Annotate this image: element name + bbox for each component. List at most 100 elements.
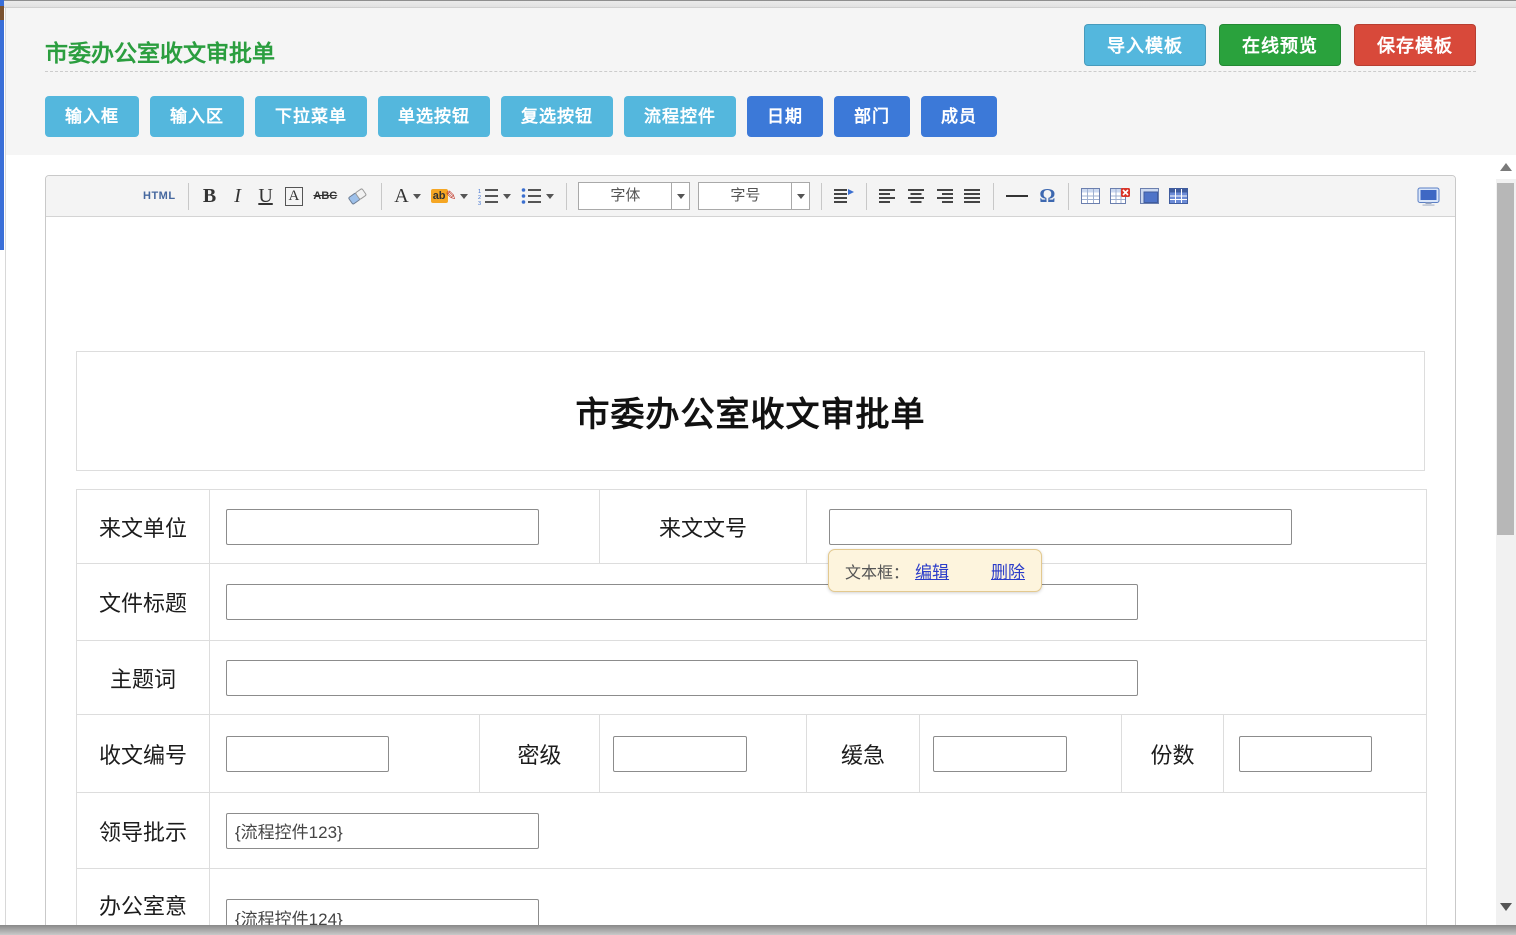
table-properties-button[interactable] (1166, 182, 1191, 210)
online-preview-button[interactable]: 在线预览 (1219, 24, 1341, 66)
field-label-leader-comments: 领导批示 (77, 793, 210, 869)
input-urgency[interactable] (933, 736, 1067, 772)
arrow-down-icon (1500, 903, 1512, 911)
scroll-down-button[interactable] (1496, 897, 1516, 917)
input-area-button[interactable]: 输入区 (150, 96, 244, 137)
strikethrough-button[interactable]: ABC (310, 182, 340, 210)
chevron-down-icon (546, 194, 554, 199)
align-center-icon (907, 189, 925, 204)
editor-document-area[interactable]: 市委办公室收文审批单 来文单位 来文文号 文件标题 主题词 收文 (46, 217, 1455, 933)
italic-button[interactable]: I (226, 182, 250, 210)
field-label-source-unit: 来文单位 (77, 490, 210, 564)
align-left-icon (879, 189, 897, 204)
font-size-value: 字号 (699, 183, 791, 209)
member-button[interactable]: 成员 (921, 96, 997, 137)
bold-button[interactable]: B (198, 182, 222, 210)
highlight-color-button[interactable]: ab✎ (428, 182, 472, 210)
align-right-button[interactable] (932, 182, 956, 210)
format-a-button[interactable]: A (282, 182, 307, 210)
page-header: 市委办公室收文审批单 导入模板 在线预览 保存模板 输入框 输入区 下拉菜单 单… (6, 8, 1516, 155)
table-row: 办公室意 (77, 869, 1427, 934)
field-label-receipt-number: 收文编号 (77, 715, 210, 793)
toolbar-separator (866, 183, 867, 210)
dropdown-menu-button[interactable]: 下拉菜单 (255, 96, 367, 137)
input-box-button[interactable]: 输入框 (45, 96, 139, 137)
scroll-up-button[interactable] (1496, 155, 1516, 179)
delete-link[interactable]: 删除 (991, 558, 1025, 583)
font-family-select[interactable]: 字体 (578, 182, 690, 210)
select-arrow[interactable] (671, 183, 689, 209)
department-button[interactable]: 部门 (834, 96, 910, 137)
input-doc-number[interactable] (829, 509, 1292, 545)
input-subject-words[interactable] (226, 660, 1138, 696)
form-title-box: 市委办公室收文审批单 (76, 351, 1425, 471)
checkbox-button-button[interactable]: 复选按钮 (501, 96, 613, 137)
toolbar-separator (821, 183, 822, 210)
widget-button-row: 输入框 输入区 下拉菜单 单选按钮 复选按钮 流程控件 日期 部门 成员 (45, 96, 997, 137)
dashed-divider (45, 71, 1476, 72)
eraser-icon (347, 187, 369, 205)
table-cell-properties-icon (1140, 188, 1159, 204)
field-cell (210, 869, 1427, 934)
html-source-button[interactable]: HTML (140, 182, 179, 210)
chevron-down-icon (413, 194, 421, 199)
input-secrecy-level[interactable] (613, 736, 747, 772)
underline-button[interactable]: U (254, 182, 278, 210)
insert-table-button[interactable] (1078, 182, 1103, 210)
page-title: 市委办公室收文审批单 (45, 34, 275, 68)
window-bottom-edge (0, 925, 1516, 935)
scrollbar-thumb[interactable] (1497, 183, 1514, 535)
table-row: 收文编号 密级 缓急 份数 (77, 715, 1427, 793)
vertical-scrollbar[interactable] (1496, 155, 1516, 925)
toolbar-separator (381, 183, 382, 210)
fullscreen-button[interactable] (1414, 182, 1443, 210)
edit-link[interactable]: 编辑 (915, 558, 949, 583)
date-button[interactable]: 日期 (747, 96, 823, 137)
ordered-list-button[interactable]: 1 2 3 (475, 182, 514, 210)
field-cell (1224, 715, 1427, 793)
align-center-button[interactable] (904, 182, 928, 210)
input-leader-comments[interactable] (226, 813, 539, 849)
radio-button-button[interactable]: 单选按钮 (378, 96, 490, 137)
unordered-list-button[interactable] (518, 182, 557, 210)
field-cell (920, 715, 1122, 793)
input-receipt-number[interactable] (226, 736, 389, 772)
indent-button[interactable] (831, 182, 857, 210)
horizontal-rule-icon (1006, 195, 1028, 197)
field-label-secrecy: 密级 (480, 715, 600, 793)
align-justify-button[interactable] (960, 182, 984, 210)
svg-text:3: 3 (478, 201, 481, 205)
field-cell (210, 641, 1427, 715)
window-left-border (5, 8, 6, 935)
delete-table-icon (1110, 188, 1130, 204)
table-cell-properties-button[interactable] (1137, 182, 1162, 210)
font-color-button[interactable]: A (391, 182, 423, 210)
special-char-button[interactable]: Ω (1035, 182, 1059, 210)
chevron-down-icon (797, 194, 805, 199)
input-source-unit[interactable] (226, 509, 539, 545)
select-arrow[interactable] (791, 183, 809, 209)
remove-format-button[interactable] (344, 182, 372, 210)
field-cell (210, 564, 1427, 641)
arrow-up-icon (1500, 163, 1512, 171)
field-cell (600, 715, 807, 793)
font-size-select[interactable]: 字号 (698, 182, 810, 210)
fullscreen-monitor-icon (1417, 187, 1440, 206)
header-actions: 导入模板 在线预览 保存模板 (1084, 24, 1476, 66)
horizontal-rule-button[interactable] (1003, 182, 1031, 210)
table-row: 来文单位 来文文号 (77, 490, 1427, 564)
align-left-button[interactable] (876, 182, 900, 210)
toolbar-separator (993, 183, 994, 210)
ordered-list-icon: 1 2 3 (478, 188, 499, 205)
chevron-down-icon (460, 194, 468, 199)
toolbar-separator (566, 183, 567, 210)
boxed-a-icon: A (285, 187, 304, 206)
delete-table-button[interactable] (1107, 182, 1133, 210)
import-template-button[interactable]: 导入模板 (1084, 24, 1206, 66)
save-template-button[interactable]: 保存模板 (1354, 24, 1476, 66)
toolbar-separator (188, 183, 189, 210)
chevron-down-icon (677, 194, 685, 199)
input-copies[interactable] (1239, 736, 1372, 772)
flow-widget-button[interactable]: 流程控件 (624, 96, 736, 137)
background-window-strip (0, 0, 4, 250)
